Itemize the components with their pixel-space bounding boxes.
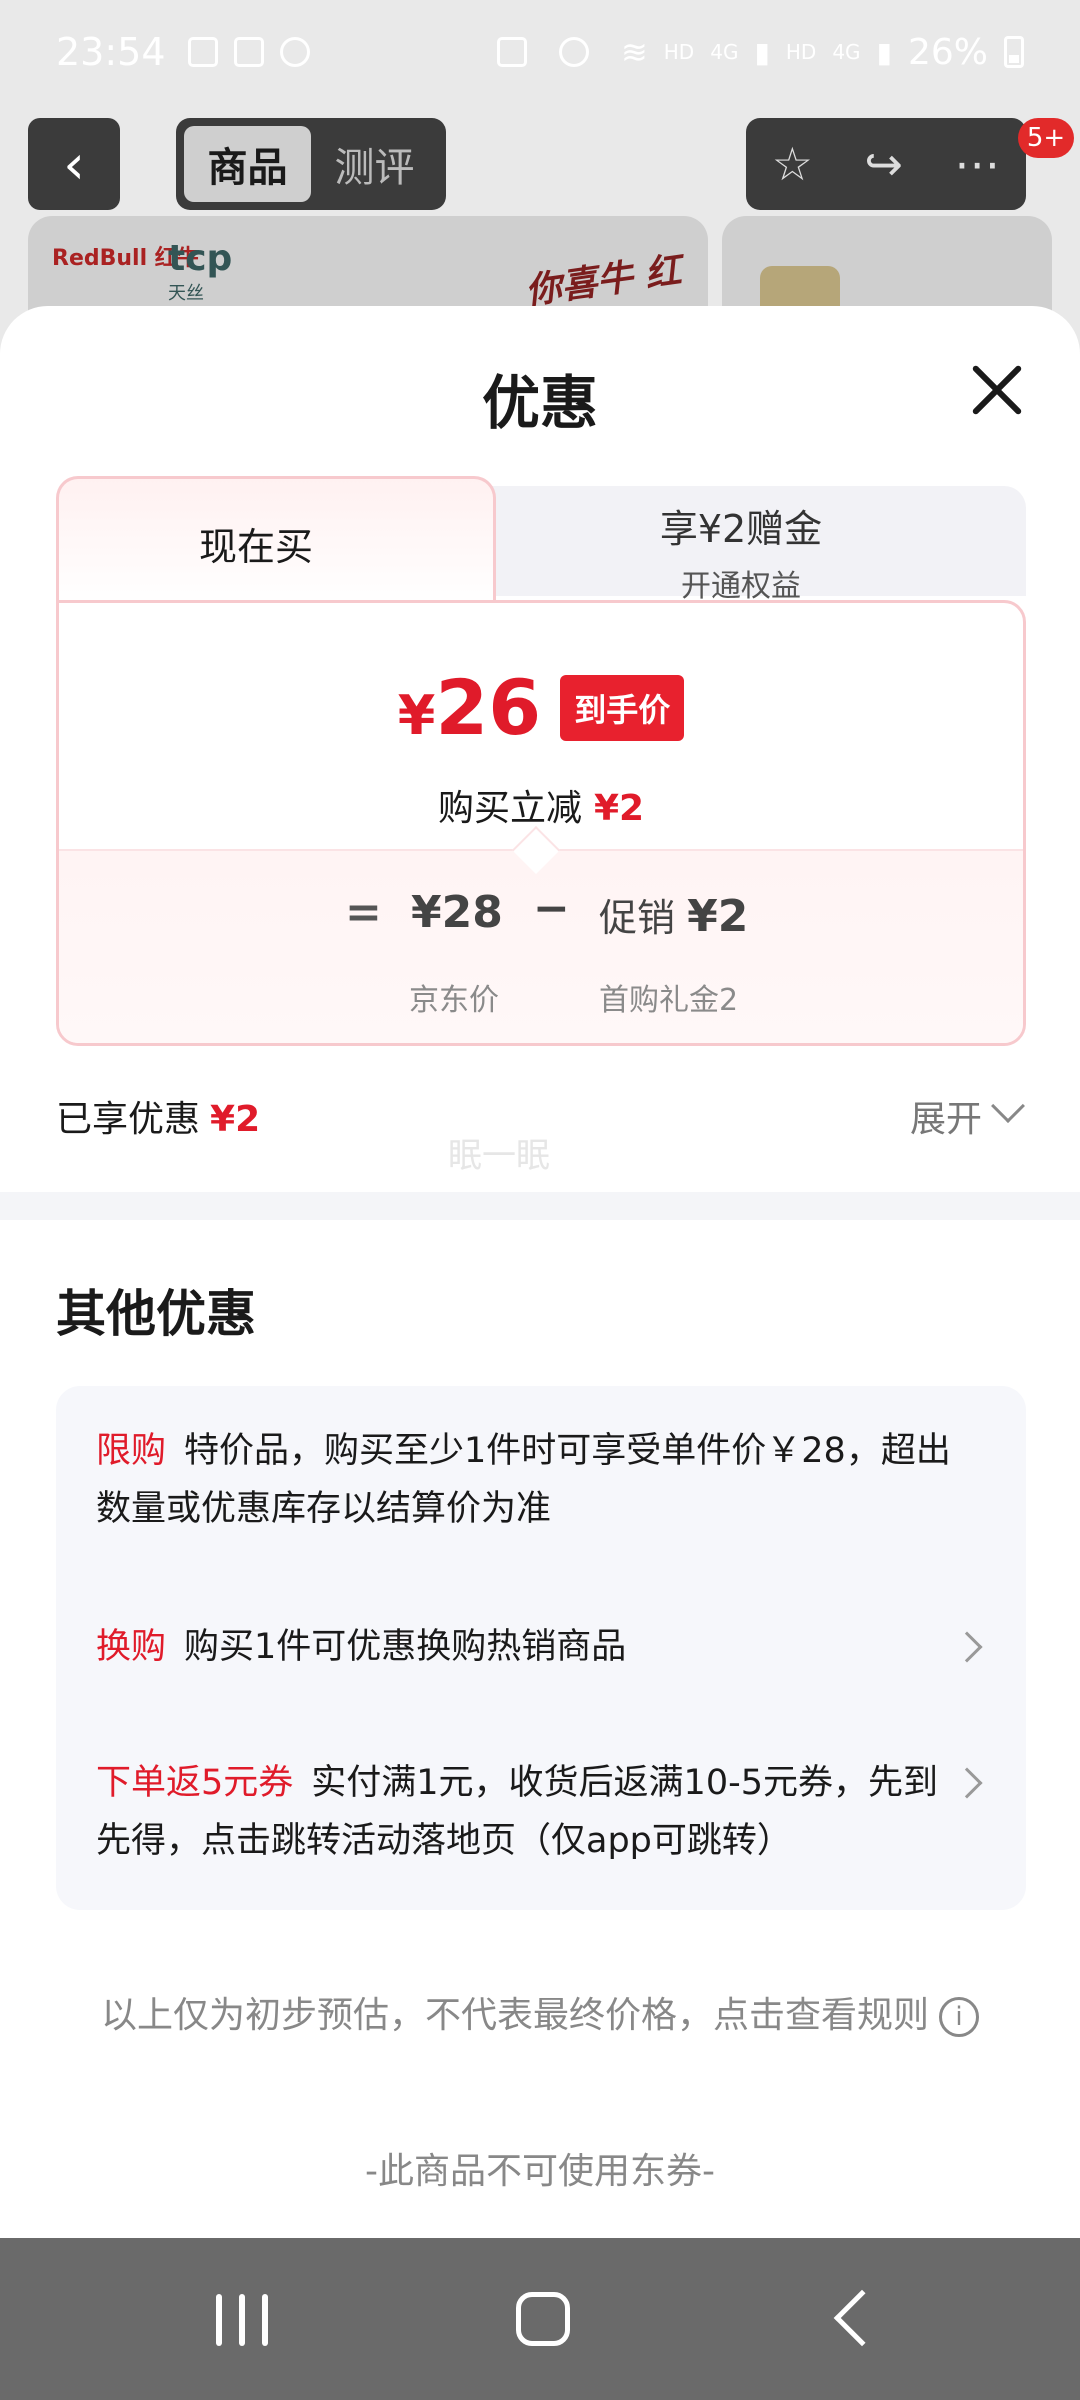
offer-item: 限购 特价品，购买至少1件时可享受单件价￥28，超出数量或优惠库存以结算价为准 [96,1422,956,1538]
signal-label-2: 4G [832,40,861,64]
discount-sheet: 优惠 现在买 享¥2赠金 开通权益 ¥26 到手价 购买立减 ¥2 = ¥28 −… [0,306,1080,2238]
offer-item[interactable]: 下单返5元券 实付满1元，收货后返满10-5元券，先到先得，点击跳转活动落地页（仅… [96,1754,956,1870]
section-divider [0,1192,1080,1220]
right-toolbar: ☆ ↪ ⋯ [746,118,1026,210]
enjoyed-amount: ¥2 [210,1099,261,1140]
rules-disclaimer[interactable]: 以上仅为初步预估，不代表最终价格，点击查看规则 i [100,1986,980,2046]
final-price-tag: 到手价 [560,674,685,741]
coupon-note: -此商品不可使用东券- [365,2151,715,2192]
bird-icon [279,37,310,67]
promo-amount: ¥2 [687,891,749,942]
home-icon[interactable] [516,2292,570,2346]
hd-label: HD [663,40,695,64]
signal-icon-2: ▮ [876,35,892,69]
alarm-icon [558,37,589,67]
app-icon [233,37,264,67]
reduce-label: 购买立减 [437,788,582,829]
top-nav: ‹ 商品 测评 ☆ ↪ ⋯ 5+ [28,118,1074,212]
base-price: ¥28 [411,887,503,938]
battery-percent: 26% [907,31,988,73]
offer-keyword: 限购 [96,1431,167,1471]
tcp-logo-text: tcp [168,238,233,279]
tab-switcher: 商品 测评 [176,118,446,210]
chevron-left-icon: ‹ [63,132,85,196]
star-icon[interactable]: ☆ [772,137,813,191]
enjoyed-discount: 已享优惠 ¥2 [56,1090,260,1142]
offer-item[interactable]: 换购 购买1件可优惠换购热销商品 [96,1618,956,1676]
tab-membership-sub: 开通权益 [681,569,801,604]
disclaimer-text: 以上仅为初步预估，不代表最终价格，点击查看规则 [100,1995,929,2036]
info-icon[interactable]: i [939,1997,979,2037]
price-card-body: ¥26 到手价 购买立减 ¥2 = ¥28 − 促销 ¥2 京东价 首购礼金2 [56,600,1026,1046]
base-price-label: 京东价 [409,983,499,1018]
signal-icon: ▮ [754,35,770,69]
offer-keyword: 下单返5元券 [96,1763,294,1803]
tab-review[interactable]: 测评 [311,126,438,202]
tab-buy-now-label: 现在买 [198,525,313,569]
tcp-logo-sub: 天丝 [168,283,204,304]
minus-sign: − [533,883,570,934]
currency-symbol: ¥ [397,684,436,747]
tcp-logo: tcp 天丝 [168,238,232,305]
share-icon[interactable]: ↪ [864,137,903,191]
sheet-title: 优惠 [481,369,598,437]
signal-label: 4G [710,40,739,64]
hd-label-2: HD [785,40,817,64]
final-price-value: 26 [435,663,542,752]
breakdown-notch [511,825,561,875]
offer-text: 购买1件可优惠换购热销商品 [184,1627,627,1667]
tab-product[interactable]: 商品 [184,126,311,202]
offer-text: 特价品，购买至少1件时可享受单件价￥28，超出数量或优惠库存以结算价为准 [96,1431,951,1529]
expand-button[interactable]: 展开 [910,1090,982,1142]
chevron-right-icon[interactable] [951,1767,983,1799]
final-price-row: ¥26 到手价 [59,663,1023,752]
price-breakdown: = ¥28 − 促销 ¥2 京东价 首购礼金2 [59,825,1023,1043]
other-offers-list: 限购 特价品，购买至少1件时可享受单件价￥28，超出数量或优惠库存以结算价为准 换… [56,1386,1026,1910]
equals-sign: = [345,887,382,938]
recents-icon[interactable] [216,2294,268,2346]
promo-sub-label: 首购礼金2 [599,983,739,1018]
promo-discount: 促销 ¥2 [599,887,748,942]
chevron-down-icon[interactable] [991,1089,1025,1123]
gallery-icon [187,37,218,67]
back-icon[interactable] [833,2289,891,2347]
price-card: 现在买 享¥2赠金 开通权益 ¥26 到手价 购买立减 ¥2 = ¥28 − 促销… [56,476,1026,1046]
tab-membership-title: 享¥2赠金 [659,507,823,551]
wifi-icon: ≋ [620,33,648,71]
lock-icon [496,37,527,67]
more-icon[interactable]: ⋯ [954,137,1000,191]
status-time: 23:54 [56,30,166,74]
reduce-amount: ¥2 [593,788,645,829]
final-price: ¥26 [398,663,541,752]
other-offers-title: 其他优惠 [56,1285,256,1343]
close-icon[interactable] [968,362,1024,418]
watermark: 眠一眠 [448,1136,550,1176]
enjoyed-label: 已享优惠 [56,1099,201,1140]
reduce-row: 购买立减 ¥2 [59,779,1023,831]
chevron-right-icon[interactable] [951,1631,983,1663]
battery-icon [1004,36,1024,68]
status-bar: 23:54 ≋ HD 4G ▮ HD 4G ▮ 26% [0,0,1080,104]
offer-keyword: 换购 [96,1627,167,1667]
tab-membership[interactable]: 享¥2赠金 开通权益 [456,498,1026,605]
back-button[interactable]: ‹ [28,118,120,210]
system-nav-bar [0,2238,1080,2400]
promo-label: 促销 [599,896,676,940]
notification-badge: 5+ [1018,118,1074,158]
